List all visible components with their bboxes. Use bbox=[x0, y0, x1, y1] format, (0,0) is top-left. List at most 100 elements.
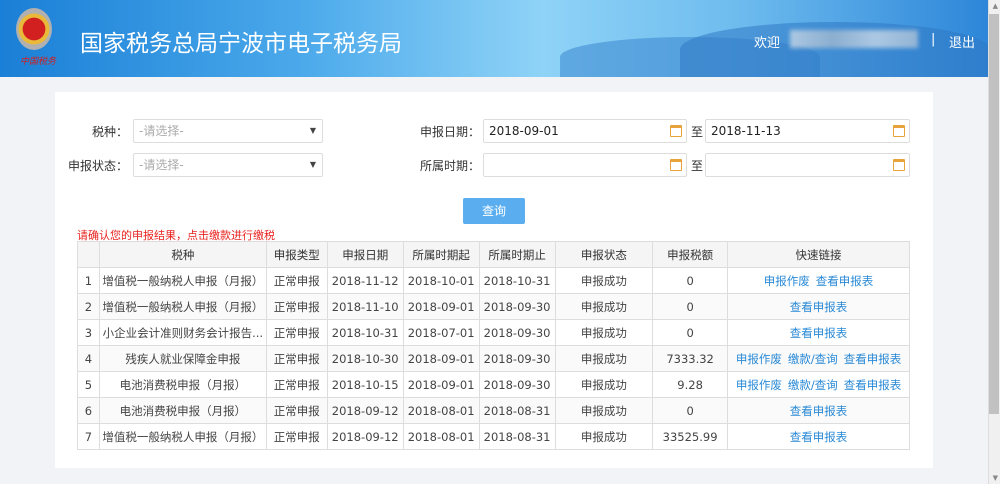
column-header: 申报状态 bbox=[554, 241, 654, 268]
cell-date: 2018-09-12 bbox=[326, 397, 404, 424]
cell-status: 申报成功 bbox=[554, 397, 654, 424]
period-from-input[interactable] bbox=[483, 153, 687, 177]
quick-link[interactable]: 查看申报表 bbox=[816, 274, 874, 288]
cell-to: 2018-09-30 bbox=[478, 345, 556, 372]
query-panel: 税种： -请选择- ▼ 申报状态： -请选择- ▼ 申报日期： 2018-09-01… bbox=[55, 92, 933, 468]
scrollbar-thumb[interactable] bbox=[989, 14, 999, 414]
cell-from: 2018-08-01 bbox=[402, 397, 480, 424]
cell-status: 申报成功 bbox=[554, 293, 654, 320]
table-row: 3 小企业会计准则财务会计报告... 正常申报 2018-10-31 2018-07-0… bbox=[77, 319, 910, 346]
cell-amount: 0 bbox=[652, 397, 729, 424]
column-header: 申报日期 bbox=[326, 241, 404, 268]
cell-no: 2 bbox=[77, 293, 100, 320]
cell-date: 2018-10-31 bbox=[326, 319, 404, 346]
cell-date: 2018-10-15 bbox=[326, 371, 404, 398]
column-header: 税种 bbox=[98, 241, 267, 268]
cell-amount: 9.28 bbox=[652, 371, 729, 398]
quick-link[interactable]: 申报作废 bbox=[736, 352, 782, 366]
calendar-icon[interactable] bbox=[893, 125, 905, 137]
cell-to: 2018-09-30 bbox=[478, 293, 556, 320]
welcome-text: 欢迎 bbox=[754, 36, 781, 51]
date-from-input[interactable]: 2018-09-01 bbox=[483, 119, 687, 143]
cell-to: 2018-09-30 bbox=[478, 319, 556, 346]
cell-type: 正常申报 bbox=[265, 319, 328, 346]
date-from-value: 2018-09-01 bbox=[489, 124, 559, 138]
cell-from: 2018-08-01 bbox=[402, 423, 480, 450]
quick-link[interactable]: 查看申报表 bbox=[844, 378, 902, 392]
cell-status: 申报成功 bbox=[554, 371, 654, 398]
cell-amount: 0 bbox=[652, 293, 729, 320]
cell-date: 2018-11-12 bbox=[326, 267, 404, 294]
calendar-icon[interactable] bbox=[670, 125, 682, 137]
calendar-icon[interactable] bbox=[893, 159, 905, 171]
period-label: 所属时期： bbox=[419, 159, 480, 173]
table-row: 2 增值税一般纳税人申报（月报） 正常申报 2018-11-10 2018-09-01 2… bbox=[77, 293, 910, 320]
cell-type: 正常申报 bbox=[265, 267, 328, 294]
seal-logo: 中国税务 bbox=[20, 57, 57, 67]
query-button[interactable]: 查询 bbox=[463, 198, 525, 224]
quick-link[interactable]: 查看申报表 bbox=[844, 352, 902, 366]
cell-status: 申报成功 bbox=[554, 423, 654, 450]
cell-no: 3 bbox=[77, 319, 100, 346]
quick-link[interactable]: 查看申报表 bbox=[790, 404, 848, 418]
table-row: 7 增值税一般纳税人申报（月报） 正常申报 2018-09-12 2018-08-01 2… bbox=[77, 423, 910, 450]
logout-link[interactable]: 退出 bbox=[949, 32, 975, 51]
quick-link[interactable]: 查看申报表 bbox=[790, 300, 848, 314]
scroll-up-icon[interactable]: ▲ bbox=[993, 2, 998, 10]
table-row: 4 残疾人就业保障金申报 正常申报 2018-10-30 2018-09-01 2018-… bbox=[77, 345, 910, 372]
cell-no: 1 bbox=[77, 267, 100, 294]
column-header: 申报税额 bbox=[652, 241, 729, 268]
quick-link[interactable]: 查看申报表 bbox=[790, 430, 848, 444]
username-blurred bbox=[790, 30, 918, 48]
cell-links: 申报作废 查看申报表 bbox=[727, 267, 910, 294]
cell-name: 残疾人就业保障金申报 bbox=[98, 345, 267, 372]
cell-amount: 0 bbox=[652, 267, 729, 294]
cell-to: 2018-08-31 bbox=[478, 423, 556, 450]
cell-status: 申报成功 bbox=[554, 267, 654, 294]
cell-name: 增值税一般纳税人申报（月报） bbox=[98, 423, 267, 450]
calendar-icon[interactable] bbox=[670, 159, 682, 171]
quick-link[interactable]: 缴款/查询 bbox=[788, 378, 838, 392]
cell-amount: 33525.99 bbox=[652, 423, 729, 450]
cell-type: 正常申报 bbox=[265, 293, 328, 320]
cell-no: 5 bbox=[77, 371, 100, 398]
quick-link[interactable]: 查看申报表 bbox=[790, 326, 848, 340]
cell-type: 正常申报 bbox=[265, 423, 328, 450]
table-row: 5 电池消费税申报（月报） 正常申报 2018-10-15 2018-09-01 2018… bbox=[77, 371, 910, 398]
date-to-input[interactable]: 2018-11-13 bbox=[705, 119, 910, 143]
column-header: 所属时期起 bbox=[402, 241, 480, 268]
chevron-down-icon: ▼ bbox=[309, 160, 316, 169]
separator: | bbox=[931, 32, 936, 47]
scrollbar[interactable]: ▲ ▼ bbox=[988, 0, 1000, 484]
scroll-down-icon[interactable]: ▼ bbox=[993, 474, 998, 482]
cell-links: 查看申报表 bbox=[727, 397, 910, 424]
cell-name: 电池消费税申报（月报） bbox=[98, 371, 267, 398]
tax-emblem-logo bbox=[16, 8, 52, 50]
cell-from: 2018-10-01 bbox=[402, 267, 480, 294]
cell-links: 申报作废 缴款/查询 查看申报表 bbox=[727, 345, 910, 372]
site-title: 国家税务总局宁波市电子税务局 bbox=[80, 31, 402, 57]
column-header: 所属时期止 bbox=[478, 241, 556, 268]
tax-type-select[interactable]: -请选择- ▼ bbox=[133, 119, 323, 143]
quick-link[interactable]: 缴款/查询 bbox=[788, 352, 838, 366]
column-header: 快速链接 bbox=[727, 241, 910, 268]
quick-link[interactable]: 申报作废 bbox=[764, 274, 810, 288]
cell-type: 正常申报 bbox=[265, 397, 328, 424]
cell-from: 2018-07-01 bbox=[402, 319, 480, 346]
column-header: 申报类型 bbox=[265, 241, 328, 268]
quick-link[interactable]: 申报作废 bbox=[736, 378, 782, 392]
to-label: 至 bbox=[691, 159, 704, 173]
table-row: 6 电池消费税申报（月报） 正常申报 2018-09-12 2018-08-01 2018… bbox=[77, 397, 910, 424]
cell-to: 2018-08-31 bbox=[478, 397, 556, 424]
cell-date: 2018-10-30 bbox=[326, 345, 404, 372]
declaration-table: 税种 申报类型 申报日期 所属时期起 所属时期止 申报状态 申报税额 快速链接 1 增值税一般纳… bbox=[77, 241, 910, 450]
cell-date: 2018-11-10 bbox=[326, 293, 404, 320]
header-banner: 中国税务 国家税务总局宁波市电子税务局 欢迎 | 退出 bbox=[0, 0, 988, 77]
cell-name: 增值税一般纳税人申报（月报） bbox=[98, 293, 267, 320]
cell-to: 2018-09-30 bbox=[478, 371, 556, 398]
cell-name: 小企业会计准则财务会计报告... bbox=[98, 319, 267, 346]
status-select[interactable]: -请选择- ▼ bbox=[133, 153, 323, 177]
cell-status: 申报成功 bbox=[554, 319, 654, 346]
period-to-input[interactable] bbox=[705, 153, 910, 177]
chevron-down-icon: ▼ bbox=[309, 126, 316, 135]
